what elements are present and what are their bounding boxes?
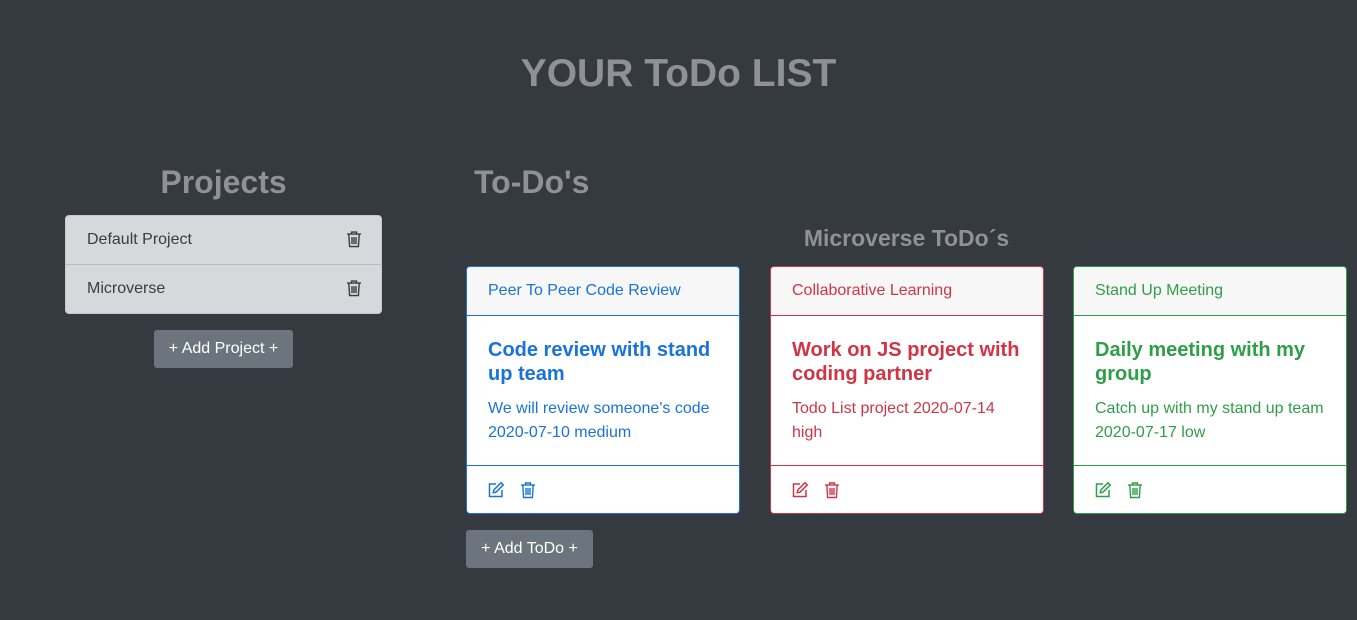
- todo-card: Stand Up Meeting Daily meeting with my g…: [1073, 266, 1347, 514]
- trash-icon[interactable]: [346, 230, 362, 248]
- todo-card-footer: [467, 465, 739, 513]
- project-item-label: Default Project: [87, 231, 192, 248]
- page: YOUR ToDo LIST Projects Default Project …: [0, 0, 1357, 620]
- add-todo-button[interactable]: + Add ToDo +: [466, 530, 593, 568]
- projects-heading: Projects: [160, 164, 287, 200]
- trash-icon[interactable]: [519, 481, 537, 499]
- trash-icon[interactable]: [823, 481, 841, 499]
- todo-card-text: Todo List project 2020-07-14 high: [792, 400, 995, 441]
- project-list: Default Project Microverse: [65, 215, 382, 314]
- todo-card-footer: [771, 465, 1043, 513]
- todo-card-header: Peer To Peer Code Review: [467, 267, 739, 316]
- todo-card-header: Stand Up Meeting: [1074, 267, 1346, 316]
- add-project-button[interactable]: + Add Project +: [154, 330, 293, 368]
- project-item-microverse[interactable]: Microverse: [66, 264, 381, 313]
- todo-card-title: Daily meeting with my group: [1095, 339, 1306, 385]
- todo-card: Peer To Peer Code Review Code review wit…: [466, 266, 740, 514]
- trash-icon[interactable]: [346, 279, 362, 297]
- project-todos-heading: Microverse ToDo´s: [803, 225, 1010, 251]
- todo-card-header: Collaborative Learning: [771, 267, 1043, 316]
- project-item-label: Microverse: [87, 280, 166, 297]
- edit-icon[interactable]: [1094, 481, 1112, 499]
- todo-card: Collaborative Learning Work on JS projec…: [770, 266, 1044, 514]
- todo-card-body: Code review with stand up team We will r…: [467, 316, 739, 465]
- todo-card-title: Work on JS project with coding partner: [792, 339, 1020, 385]
- todo-card-footer: [1074, 465, 1346, 513]
- todo-card-body: Work on JS project with coding partner T…: [771, 316, 1043, 465]
- page-title: YOUR ToDo LIST: [520, 52, 837, 95]
- todos-heading: To-Do's: [474, 164, 590, 200]
- edit-icon[interactable]: [487, 481, 505, 499]
- edit-icon[interactable]: [791, 481, 809, 499]
- project-item-default[interactable]: Default Project: [66, 216, 381, 264]
- todo-card-text: Catch up with my stand up team 2020-07-1…: [1095, 400, 1324, 441]
- todo-card-text: We will review someone's code 2020-07-10…: [488, 400, 710, 441]
- todo-card-title: Code review with stand up team: [488, 339, 711, 385]
- todo-card-body: Daily meeting with my group Catch up wit…: [1074, 316, 1346, 465]
- trash-icon[interactable]: [1126, 481, 1144, 499]
